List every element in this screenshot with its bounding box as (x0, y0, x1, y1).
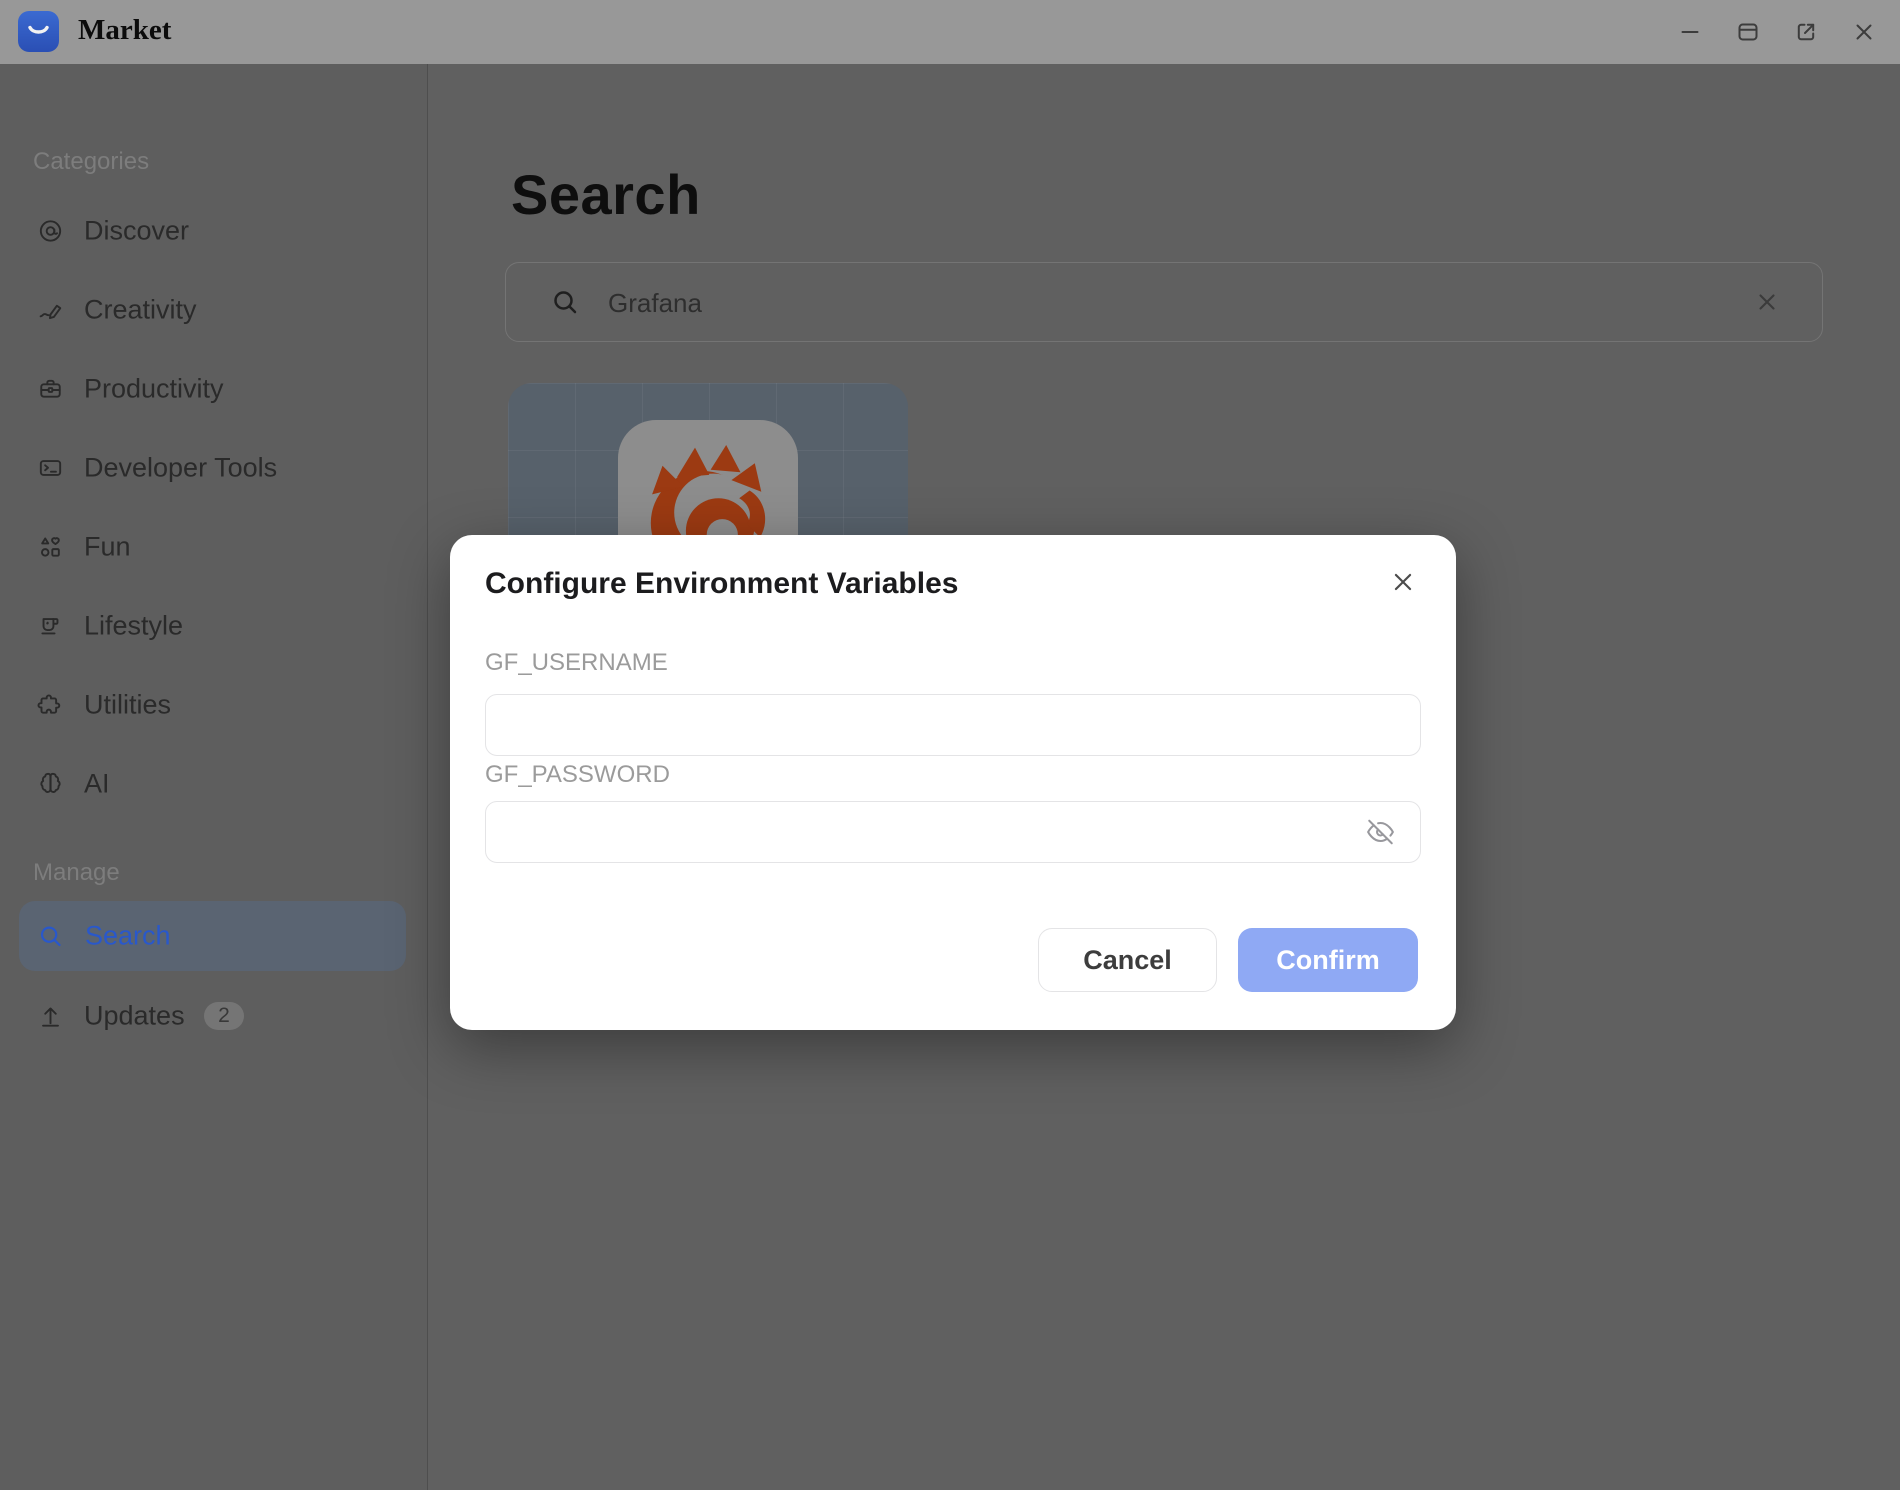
gf-username-input-wrap (485, 694, 1421, 756)
minimize-icon[interactable] (1678, 20, 1702, 44)
clear-icon[interactable] (1754, 289, 1780, 315)
sidebar-item-creativity[interactable]: Creativity (0, 282, 427, 338)
shopping-bag-icon (18, 11, 59, 52)
search-input[interactable] (606, 263, 1710, 343)
sidebar-item-search[interactable]: Search (19, 901, 406, 971)
sidebar-item-utilities[interactable]: Utilities (0, 677, 427, 733)
sidebar-item-productivity[interactable]: Productivity (0, 361, 427, 417)
utilities-icon (37, 692, 64, 719)
creativity-icon (37, 297, 64, 324)
ai-icon (37, 771, 64, 798)
section-label-categories: Categories (33, 148, 149, 176)
section-label-manage: Manage (33, 859, 120, 887)
sidebar-item-discover[interactable]: Discover (0, 203, 427, 259)
window-controls (1678, 0, 1876, 64)
confirm-button[interactable]: Confirm (1238, 928, 1418, 992)
sidebar-item-lifestyle[interactable]: Lifestyle (0, 598, 427, 654)
page-title: Search (511, 162, 701, 227)
window-restore-icon[interactable] (1736, 20, 1760, 44)
fun-icon (37, 534, 64, 561)
gf-username-input[interactable] (506, 695, 1340, 757)
gf-password-input[interactable] (506, 802, 1340, 864)
sidebar-item-updates[interactable]: Updates 2 (0, 988, 427, 1044)
market-app-window: Market Categories Discover (0, 0, 1900, 1490)
search-icon (37, 923, 64, 950)
sidebar-item-developer-tools[interactable]: Developer Tools (0, 440, 427, 496)
productivity-icon (37, 376, 64, 403)
discover-icon (37, 218, 64, 245)
lifestyle-icon (37, 613, 64, 640)
developer-tools-icon (37, 455, 64, 482)
sidebar-item-my-olares[interactable]: My Olares (0, 1478, 427, 1490)
dialog-title: Configure Environment Variables (485, 567, 958, 601)
field-label-gf-username: GF_USERNAME (485, 649, 668, 677)
app-title: Market (78, 0, 171, 64)
close-icon[interactable] (1390, 569, 1416, 595)
market-app-icon (18, 11, 59, 52)
sidebar-item-ai[interactable]: AI (0, 756, 427, 812)
configure-env-dialog: Configure Environment Variables GF_USERN… (450, 535, 1456, 1030)
eye-off-icon[interactable] (1367, 819, 1394, 846)
sidebar-item-fun[interactable]: Fun (0, 519, 427, 575)
sidebar: Categories Discover Creativity Productiv… (0, 64, 428, 1490)
titlebar: Market (0, 0, 1900, 64)
search-box (505, 262, 1823, 342)
field-label-gf-password: GF_PASSWORD (485, 761, 670, 789)
close-icon[interactable] (1852, 20, 1876, 44)
cancel-button[interactable]: Cancel (1038, 928, 1217, 992)
updates-count-badge: 2 (204, 1002, 244, 1030)
upload-icon (37, 1003, 64, 1030)
open-external-icon[interactable] (1794, 20, 1818, 44)
gf-password-input-wrap (485, 801, 1421, 863)
search-icon (550, 287, 580, 317)
